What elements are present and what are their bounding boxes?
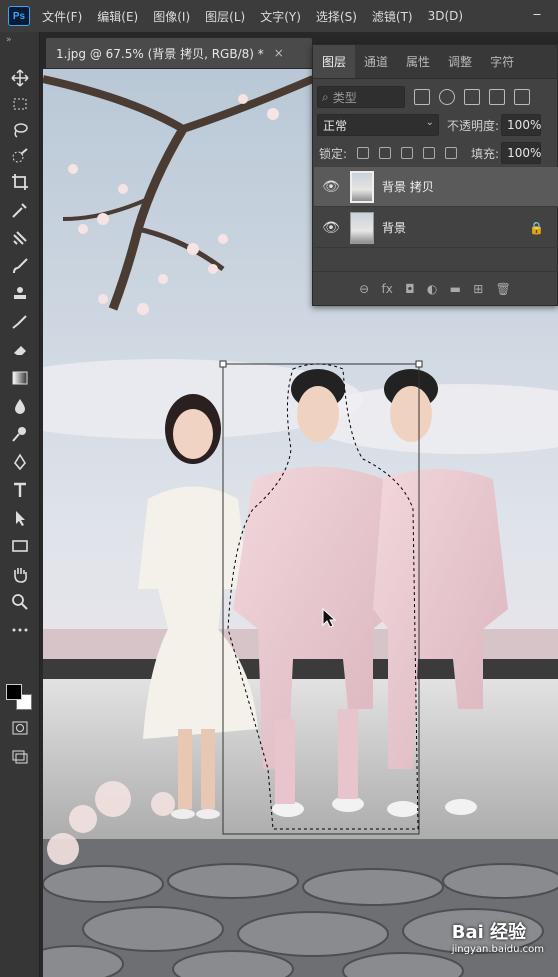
rectangle-icon[interactable] (6, 534, 34, 558)
opacity-value: 100% (507, 118, 542, 132)
tab-adjustments[interactable]: 调整 (439, 45, 481, 78)
watermark-brand: Bai 经验 (451, 922, 527, 943)
minimize-icon[interactable]: ⎯ (524, 6, 550, 26)
layer-thumbnail (350, 170, 374, 203)
new-layer-icon[interactable]: ⊞ (473, 282, 483, 296)
menu-image[interactable]: 图像(I) (153, 8, 190, 25)
layer-row-background-copy[interactable]: 👁 背景 拷贝 (314, 167, 558, 207)
blend-row: 正常 ⌄ 不透明度: 100% (317, 113, 557, 137)
eraser-icon[interactable] (6, 338, 34, 362)
opacity-label: 不透明度: (447, 118, 500, 133)
marquee-icon[interactable] (6, 92, 34, 116)
brush-icon[interactable] (6, 254, 34, 278)
mask-icon[interactable]: ◘ (405, 282, 415, 296)
stamp-icon[interactable] (6, 282, 34, 306)
type-icon[interactable] (6, 478, 34, 502)
dodge-icon[interactable] (6, 422, 34, 446)
layer-name: 背景 (382, 221, 407, 235)
watermark: Bai 经验 jingyan.baidu.com (452, 918, 544, 955)
lasso-icon[interactable] (6, 118, 34, 142)
quick-mask-icon[interactable] (6, 716, 34, 740)
filter-type-icon[interactable] (464, 89, 480, 105)
trash-icon[interactable]: 🗑 (496, 282, 511, 296)
history-brush-icon[interactable] (6, 310, 34, 334)
filter-shape-icon[interactable] (489, 89, 505, 105)
fill-value: 100% (507, 146, 542, 160)
menu-edit[interactable]: 编辑(E) (97, 8, 138, 25)
chevron-down-icon: ⌄ (425, 117, 434, 128)
filter-adjustment-icon[interactable] (439, 89, 455, 105)
layer-name: 背景 拷贝 (382, 180, 434, 194)
blur-icon[interactable] (6, 394, 34, 418)
foreground-color-swatch[interactable] (6, 684, 22, 700)
filter-pixel-icon[interactable] (414, 89, 430, 105)
close-icon[interactable]: × (274, 46, 284, 60)
eyedropper-icon[interactable] (6, 198, 34, 222)
blend-mode-value: 正常 (323, 118, 348, 133)
lock-icon: 🔒 (529, 220, 544, 235)
filter-label: 类型 (332, 90, 357, 105)
lock-position-icon[interactable] (401, 147, 414, 159)
tab-layers[interactable]: 图层 (313, 45, 356, 78)
lock-row: 锁定: 填充: 100% (317, 141, 557, 165)
healing-icon[interactable] (6, 226, 34, 250)
screen-mode-icon[interactable] (6, 744, 34, 768)
eye-icon[interactable]: 👁 (322, 220, 340, 236)
blend-mode-select[interactable]: 正常 ⌄ (317, 114, 439, 136)
layer-row-background[interactable]: 👁 背景 🔒 (314, 208, 558, 248)
menu-select[interactable]: 选择(S) (316, 8, 357, 25)
move-icon[interactable] (6, 66, 34, 90)
opacity-input[interactable]: 100% (501, 114, 541, 136)
tab-properties[interactable]: 属性 (397, 45, 439, 78)
more-icon[interactable] (6, 618, 34, 642)
menu-bar: Ps 文件(F) 编辑(E) 图像(I) 图层(L) 文字(Y) 选择(S) 滤… (0, 0, 558, 32)
lock-all-icon[interactable] (445, 147, 458, 159)
layer-filter-select[interactable]: ⌕ 类型 (317, 86, 405, 108)
link-icon[interactable]: ⊖ (359, 282, 369, 296)
menu-file[interactable]: 文件(F) (42, 8, 82, 25)
watermark-url: jingyan.baidu.com (451, 944, 544, 955)
filter-row: ⌕ 类型 (317, 85, 557, 109)
lock-artboard-icon[interactable] (423, 147, 436, 159)
fill-input[interactable]: 100% (501, 142, 541, 164)
layer-thumbnail (350, 211, 374, 244)
fx-icon[interactable]: fx (381, 282, 392, 296)
tools-panel: » (0, 32, 40, 977)
eye-icon[interactable]: 👁 (322, 179, 340, 195)
group-icon[interactable]: ▬ (450, 282, 461, 296)
lock-label: 锁定: (319, 146, 348, 161)
photoshop-window: Ps 文件(F) 编辑(E) 图像(I) 图层(L) 文字(Y) 选择(S) 滤… (0, 0, 558, 977)
fill-label: 填充: (471, 146, 500, 161)
zoom-icon[interactable] (6, 590, 34, 614)
collapse-icon[interactable]: » (6, 35, 12, 45)
crop-icon[interactable] (6, 170, 34, 194)
adjustment-icon[interactable]: ◐ (427, 282, 437, 296)
quick-select-icon[interactable] (6, 144, 34, 168)
menu-type[interactable]: 文字(Y) (260, 8, 301, 25)
document-tab[interactable]: 1.jpg @ 67.5% (背景 拷贝, RGB/8) * × (46, 38, 312, 68)
layers-panel: 图层 通道 属性 调整 字符 ⌕ 类型 正常 ⌄ 不透明度: 100% 锁定: 填 (312, 44, 558, 306)
menu-filter[interactable]: 滤镜(T) (372, 8, 413, 25)
hand-icon[interactable] (6, 562, 34, 586)
pen-icon[interactable] (6, 450, 34, 474)
lock-transparent-icon[interactable] (357, 147, 370, 159)
tab-character[interactable]: 字符 (481, 45, 523, 78)
menu-3d[interactable]: 3D(D) (428, 9, 463, 23)
lock-pixels-icon[interactable] (379, 147, 392, 159)
panel-tabs: 图层 通道 属性 调整 字符 (313, 45, 557, 79)
path-select-icon[interactable] (6, 506, 34, 530)
document-tab-title: 1.jpg @ 67.5% (背景 拷贝, RGB/8) * (56, 46, 264, 61)
gradient-icon[interactable] (6, 366, 34, 390)
menu-layer[interactable]: 图层(L) (205, 8, 245, 25)
filter-smart-icon[interactable] (514, 89, 530, 105)
panel-footer: ⊖ fx ◘ ◐ ▬ ⊞ 🗑 (313, 271, 557, 305)
ps-logo[interactable]: Ps (8, 6, 30, 26)
tab-channels[interactable]: 通道 (355, 45, 397, 78)
